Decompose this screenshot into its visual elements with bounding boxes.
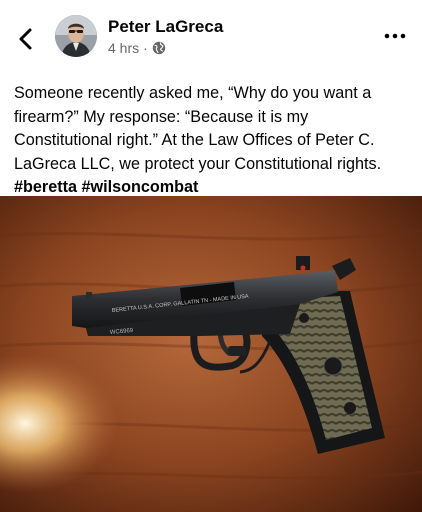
pistol-photo: BERETTA U.S.A. CORP. GALLATIN TN - MADE … [0, 196, 422, 512]
post-text-line: firearm?” My response: “Because it is my [14, 107, 309, 126]
author-name[interactable]: Peter LaGreca [108, 17, 223, 37]
post-text-line: Constitutional right.” At the Law Office… [14, 131, 375, 149]
back-arrow-icon[interactable] [14, 25, 38, 53]
more-options-icon[interactable] [380, 28, 410, 44]
hashtag-beretta[interactable]: #beretta [14, 178, 77, 196]
avatar[interactable] [55, 15, 97, 57]
post-header: Peter LaGreca 4 hrs · [0, 0, 422, 72]
globe-icon [152, 41, 165, 55]
post-time[interactable]: 4 hrs [108, 40, 139, 56]
post-text: Someone recently asked me, “Why do you w… [14, 82, 410, 200]
meta-separator: · [143, 40, 148, 56]
post-meta: 4 hrs · [108, 40, 166, 56]
hashtag-wilsoncombat[interactable]: #wilsoncombat [81, 178, 198, 196]
post-photo[interactable]: BERETTA U.S.A. CORP. GALLATIN TN - MADE … [0, 196, 422, 512]
post-text-line: LaGreca LLC, we protect your Constitutio… [14, 154, 382, 173]
post-text-line: Someone recently asked me, “Why do you w… [14, 84, 372, 102]
